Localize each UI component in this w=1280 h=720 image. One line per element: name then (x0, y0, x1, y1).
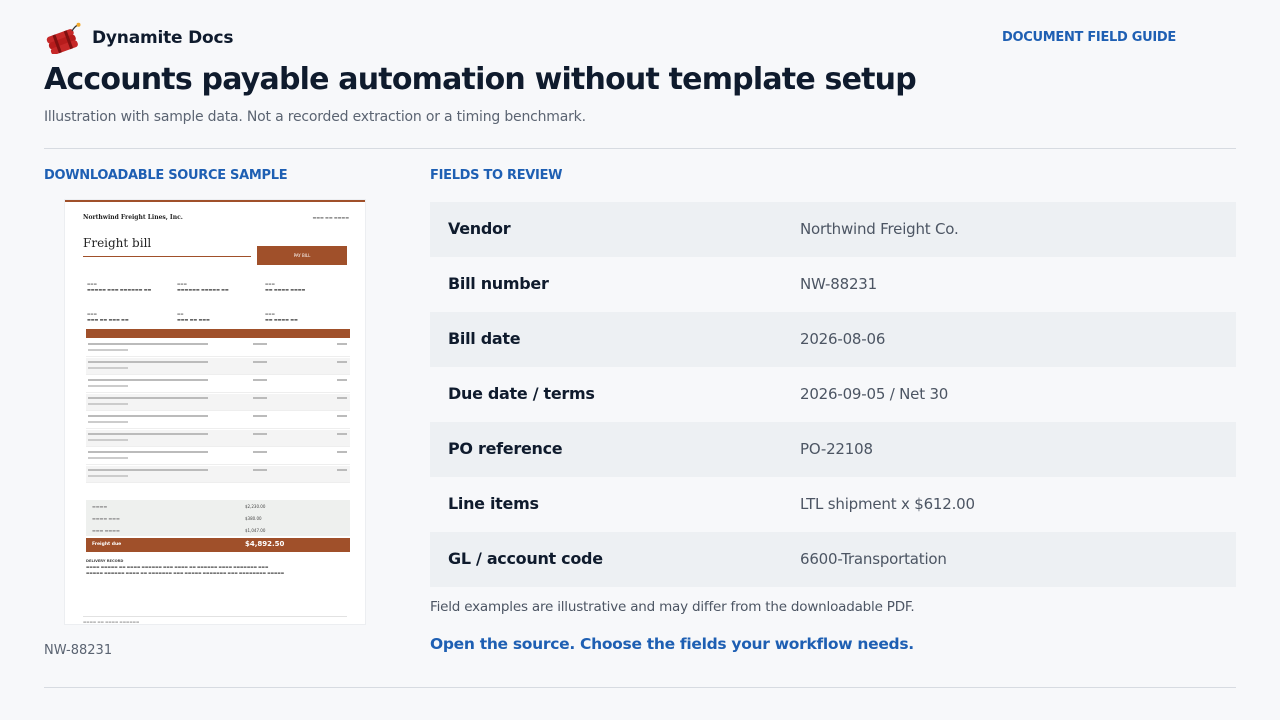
document-title: Freight bill (83, 236, 152, 250)
document-header-meta: ▬▬▬ ▬▬ ▬▬▬▬ (312, 215, 349, 220)
document-due-value: $4,892.50 (245, 540, 285, 548)
document-line-row (86, 448, 350, 465)
document-line-row (86, 430, 350, 447)
field-label: Bill number (448, 274, 549, 293)
document-company: Northwind Freight Lines, Inc. (83, 214, 183, 221)
field-label: GL / account code (448, 549, 603, 568)
document-footer: ▬▬▬▬ ▬▬ ▬▬▬▬ ▬▬▬▬▬▬ (83, 616, 347, 624)
document-total-row: ▬▬▬ ▬▬▬▬ $1,047.00 (92, 528, 266, 533)
document-line-row (86, 466, 350, 483)
field-row-bill-number: Bill number NW-88231 (430, 257, 1236, 312)
open-source-link[interactable]: Open the source. Choose the fields your … (430, 635, 914, 653)
document-meta-block: ▬▬▬ ▬▬ ▬▬▬▬ ▬▬ (265, 312, 298, 322)
page-subtitle: Illustration with sample data. Not a rec… (44, 109, 586, 125)
field-row-line-items: Line items LTL shipment x $612.00 (430, 477, 1236, 532)
divider (44, 148, 1236, 149)
field-value: PO-22108 (800, 440, 873, 458)
document-meta-block: ▬▬▬ ▬▬▬ ▬▬ ▬▬▬ ▬▬ (87, 312, 129, 322)
field-label: Line items (448, 494, 539, 513)
field-row-po-reference: PO reference PO-22108 (430, 422, 1236, 477)
field-row-vendor: Vendor Northwind Freight Co. (430, 202, 1236, 257)
document-total-row: ▬▬▬▬ ▬▬▬ $380.00 (92, 516, 262, 521)
field-row-gl-account-code: GL / account code 6600-Transportation (430, 532, 1236, 587)
field-label: Bill date (448, 329, 521, 348)
field-label: Vendor (448, 219, 511, 238)
document-preview[interactable]: Northwind Freight Lines, Inc. ▬▬▬ ▬▬ ▬▬▬… (65, 200, 365, 624)
document-meta-block: ▬▬ ▬▬▬ ▬▬ ▬▬▬ (177, 312, 210, 322)
document-table-header (86, 329, 350, 338)
brand-name: Dynamite Docs (92, 28, 234, 48)
top-bar: Dynamite Docs DOCUMENT FIELD GUIDE (44, 20, 1236, 56)
field-value: 2026-08-06 (800, 330, 886, 348)
field-row-due-date: Due date / terms 2026-09-05 / Net 30 (430, 367, 1236, 422)
document-meta-block: ▬▬▬ ▬▬▬▬▬ ▬▬▬ ▬▬▬▬▬▬ ▬▬ (87, 282, 152, 292)
document-notes-heading: DELIVERY RECORD (86, 559, 124, 563)
document-line-row (86, 340, 350, 357)
document-due-label: Freight due (92, 542, 122, 547)
brand[interactable]: Dynamite Docs (44, 20, 233, 56)
document-field-guide-link[interactable]: DOCUMENT FIELD GUIDE (1002, 30, 1176, 45)
footer-divider (44, 687, 1236, 688)
fields-note: Field examples are illustrative and may … (430, 599, 915, 615)
field-value: Northwind Freight Co. (800, 220, 959, 238)
field-label: PO reference (448, 439, 563, 458)
document-meta-block: ▬▬▬ ▬▬▬▬▬▬ ▬▬▬▬▬ ▬▬ (177, 282, 229, 292)
document-line-row (86, 376, 350, 393)
document-freight-due: Freight due $4,892.50 (86, 538, 350, 552)
document-total-value: $1,047.00 (245, 528, 266, 533)
document-totals: ▬▬▬▬ $2,230.00 ▬▬▬▬ ▬▬▬ $380.00 ▬▬▬ ▬▬▬▬ $1… (86, 500, 350, 536)
fields-table: Vendor Northwind Freight Co. Bill number… (430, 202, 1236, 587)
document-total-value: $380.00 (245, 516, 262, 521)
field-value: 2026-09-05 / Net 30 (800, 385, 949, 403)
field-label: Due date / terms (448, 384, 595, 403)
field-row-bill-date: Bill date 2026-08-06 (430, 312, 1236, 367)
document-line-row (86, 358, 350, 375)
field-value: LTL shipment x $612.00 (800, 495, 975, 513)
field-value: 6600-Transportation (800, 550, 947, 568)
document-line-row (86, 412, 350, 429)
document-meta-block: ▬▬▬ ▬▬ ▬▬▬▬ ▬▬▬▬ (265, 282, 306, 292)
document-pay-button: PAY BILL (257, 246, 347, 265)
document-total-row: ▬▬▬▬ $2,230.00 (92, 504, 266, 509)
document-line-row (86, 394, 350, 411)
document-notes: DELIVERY RECORD ▬▬▬▬ ▬▬▬▬▬ ▬▬ ▬▬▬▬ ▬▬▬▬▬… (86, 558, 348, 576)
document-title-rule (83, 256, 251, 257)
fields-section-label: FIELDS TO REVIEW (430, 168, 563, 183)
dynamite-logo-icon (46, 22, 81, 54)
document-total-value: $2,230.00 (245, 504, 266, 509)
page-title: Accounts payable automation without temp… (44, 62, 917, 97)
source-section-label: DOWNLOADABLE SOURCE SAMPLE (44, 168, 288, 183)
field-value: NW-88231 (800, 275, 877, 293)
document-pay-button-label: PAY BILL (293, 253, 311, 258)
document-caption: NW-88231 (44, 643, 113, 658)
